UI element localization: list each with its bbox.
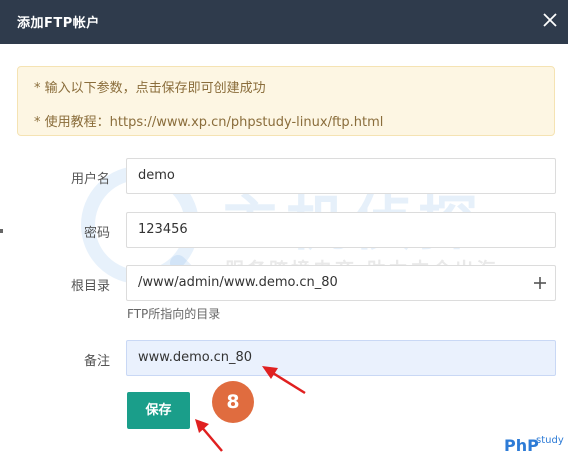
- edge-mark: [0, 229, 3, 233]
- dialog-titlebar: 添加FTP帐户: [0, 0, 568, 44]
- password-value: 123456: [138, 222, 188, 237]
- root-dir-input[interactable]: /www/admin/www.demo.cn_80: [126, 265, 556, 301]
- save-button[interactable]: 保存: [127, 392, 190, 429]
- username-label: 用户名: [70, 172, 110, 187]
- notice-line-2: * 使用教程：https://www.xp.cn/phpstudy-linux/…: [34, 115, 384, 130]
- arrow-to-save-icon: [195, 419, 223, 452]
- username-value: demo: [138, 168, 175, 183]
- root-dir-value: /www/admin/www.demo.cn_80: [138, 275, 338, 290]
- password-input[interactable]: 123456: [126, 212, 556, 248]
- notice-line-1: * 输入以下参数，点击保存即可创建成功: [34, 81, 266, 96]
- logo-php-text: PhP: [504, 436, 539, 455]
- note-label: 备注: [83, 354, 110, 369]
- plus-icon[interactable]: [531, 274, 549, 292]
- username-input[interactable]: demo: [126, 158, 556, 194]
- close-icon[interactable]: [540, 10, 560, 30]
- root-dir-hint: FTP所指向的目录: [127, 307, 221, 321]
- password-label: 密码: [83, 226, 110, 241]
- info-notice: * 输入以下参数，点击保存即可创建成功 * 使用教程：https://www.x…: [17, 66, 555, 136]
- step-number-badge: 8: [212, 381, 254, 423]
- logo-study-text: study: [536, 435, 564, 446]
- dialog-title: 添加FTP帐户: [17, 16, 100, 31]
- note-value: www.demo.cn_80: [138, 350, 253, 365]
- root-dir-label: 根目录: [70, 279, 110, 294]
- note-input[interactable]: www.demo.cn_80: [126, 340, 556, 376]
